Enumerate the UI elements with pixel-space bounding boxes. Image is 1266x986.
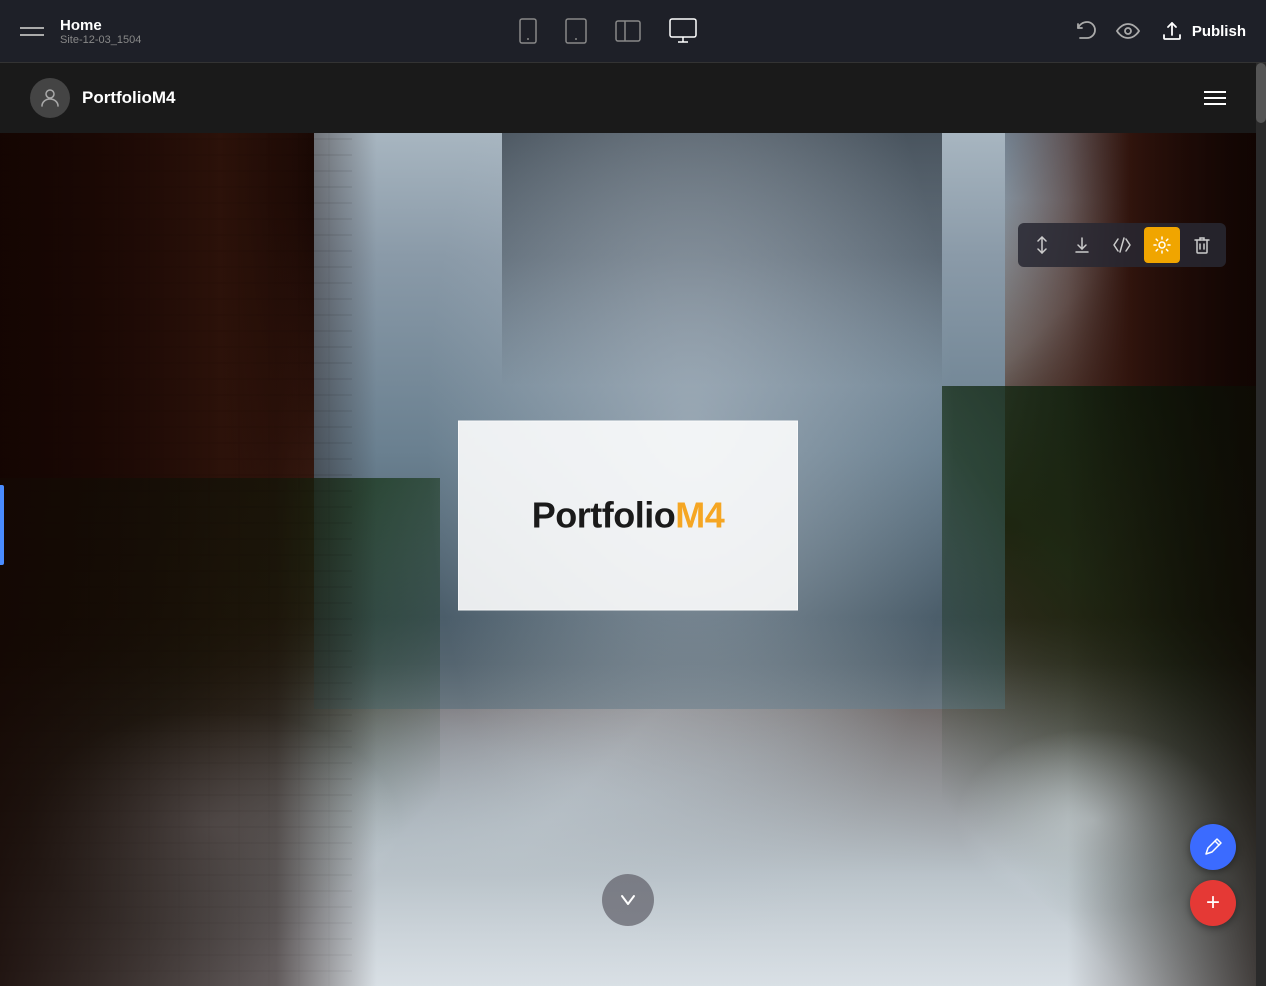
scroll-down-button[interactable] [602, 874, 654, 926]
site-frame: PortfolioM4 [0, 63, 1256, 986]
fab-pencil-button[interactable] [1190, 824, 1236, 870]
hero-logo-card[interactable]: PortfolioM4 [458, 420, 798, 610]
device-switcher [519, 18, 697, 44]
split-view-button[interactable] [615, 20, 641, 42]
page-title-block: Home Site-12-03_1504 [60, 17, 141, 46]
hero-logo-yellow: M4 [675, 494, 724, 535]
undo-button[interactable] [1074, 20, 1096, 42]
block-delete-button[interactable] [1184, 227, 1220, 263]
site-nav-hamburger-icon[interactable] [1204, 91, 1226, 105]
desktop-device-button[interactable] [669, 18, 697, 44]
top-bar-left: Home Site-12-03_1504 [20, 17, 141, 46]
preview-wrapper: PortfolioM4 [0, 63, 1266, 986]
fab-add-icon: + [1206, 891, 1220, 915]
page-title: Home [60, 17, 141, 34]
scrollbar[interactable] [1256, 63, 1266, 986]
hero-logo-text: PortfolioM4 [532, 494, 725, 536]
block-toolbar [1018, 223, 1226, 267]
scrollbar-thumb[interactable] [1256, 63, 1266, 123]
site-nav: PortfolioM4 [0, 63, 1256, 133]
left-edge-marker [0, 485, 4, 565]
publish-button[interactable]: Publish [1160, 21, 1246, 41]
mobile-device-button[interactable] [519, 18, 537, 44]
tablet-device-button[interactable] [565, 18, 587, 44]
block-move-button[interactable] [1024, 227, 1060, 263]
top-bar: Home Site-12-03_1504 [0, 0, 1266, 63]
block-download-button[interactable] [1064, 227, 1100, 263]
fab-add-button[interactable]: + [1190, 880, 1236, 926]
hamburger-menu-icon[interactable] [20, 27, 44, 36]
preview-button[interactable] [1116, 20, 1140, 42]
site-logo-text: PortfolioM4 [82, 88, 176, 108]
top-bar-right: Publish [1074, 20, 1246, 42]
hero-logo-black: Portfolio [532, 494, 675, 535]
site-logo-area: PortfolioM4 [30, 78, 176, 118]
site-id: Site-12-03_1504 [60, 34, 141, 46]
block-settings-button[interactable] [1144, 227, 1180, 263]
fab-area: + [1190, 824, 1236, 926]
publish-label: Publish [1192, 23, 1246, 40]
site-logo-circle [30, 78, 70, 118]
block-code-button[interactable] [1104, 227, 1140, 263]
